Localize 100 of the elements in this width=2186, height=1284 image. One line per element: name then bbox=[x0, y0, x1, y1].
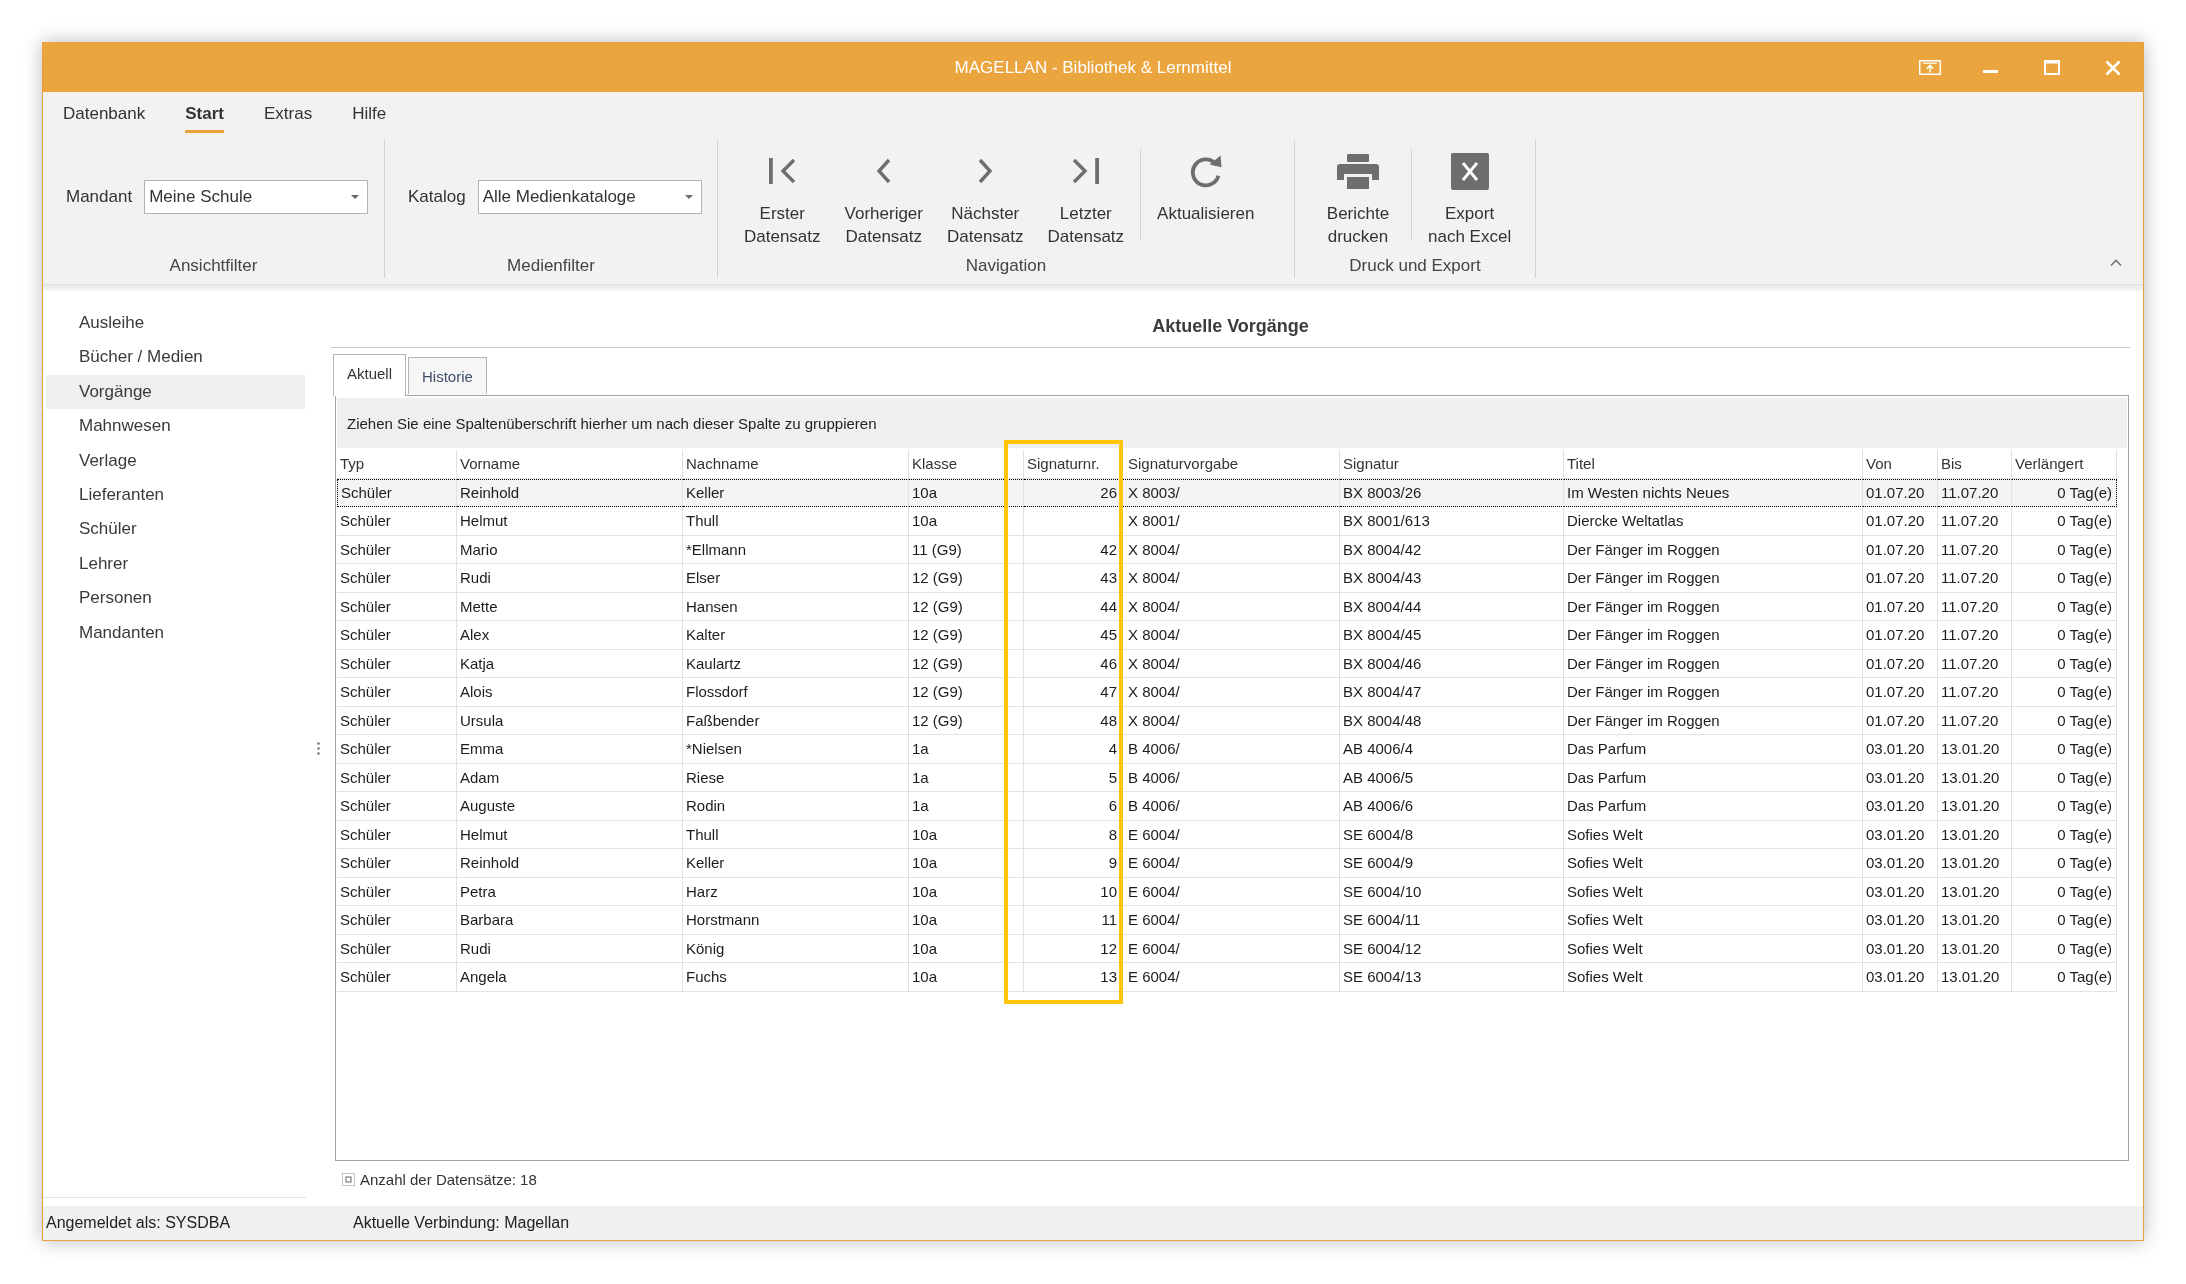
table-row[interactable]: Schüler Rudi König 10a 12 E 6004/ SE 6004/12 Sofies Welt 03.01.20 13.01.20 0 Tag(e) bbox=[337, 934, 2117, 963]
table-cell: 11.07.20 bbox=[1938, 678, 2012, 707]
table-cell: 01.07.20 bbox=[1863, 592, 1938, 621]
column-header[interactable]: Nachname bbox=[686, 455, 759, 473]
group-label: Druck und Export bbox=[1349, 255, 1481, 277]
table-row[interactable]: Schüler Reinhold Keller 10a 9 E 6004/ SE 6004/9 Sofies Welt 03.01.20 13.01.20 0 Tag(e) bbox=[337, 849, 2117, 878]
table-cell: Rudi bbox=[457, 564, 683, 593]
sidebar-item[interactable]: Ausleihe bbox=[46, 306, 305, 341]
sidebar-item[interactable]: Schüler bbox=[46, 512, 305, 547]
table-cell: 03.01.20 bbox=[1863, 735, 1938, 764]
dropdown-arrow-icon[interactable] bbox=[684, 195, 693, 199]
column-header[interactable]: Klasse bbox=[912, 455, 958, 473]
sidebar-item[interactable]: Bücher / Medien bbox=[46, 340, 305, 375]
print-reports-button[interactable]: Berichte drucken bbox=[1309, 140, 1407, 248]
table-cell: 03.01.20 bbox=[1863, 792, 1938, 821]
column-header[interactable]: Verlängert bbox=[2015, 455, 2084, 473]
column-header[interactable]: Bis bbox=[1941, 455, 1962, 473]
table-row[interactable]: Schüler Katja Kaulartz 12 (G9) 46 X 8004/ BX 8004/46 Der Fänger im Roggen 01.07.20 11.07.20 0 Tag(e) bbox=[337, 649, 2117, 678]
table-cell: 13.01.20 bbox=[1938, 934, 2012, 963]
menu-tab[interactable]: Extras bbox=[263, 92, 313, 133]
table-cell: 03.01.20 bbox=[1863, 963, 1938, 992]
table-cell: 10a bbox=[909, 849, 1024, 878]
table-row[interactable]: Schüler Alois Flossdorf 12 (G9) 47 X 8004/ BX 8004/47 Der Fänger im Roggen 01.07.20 11.07.20 0 Tag(e) bbox=[337, 678, 2117, 707]
table-row[interactable]: Schüler Mette Hansen 12 (G9) 44 X 8004/ BX 8004/44 Der Fänger im Roggen 01.07.20 11.07.20 0 Tag(e) bbox=[337, 592, 2117, 621]
table-row[interactable]: Schüler Helmut Thull 10a X 8001/ BX 8001/613 Diercke Weltatlas 01.07.20 11.07.20 0 Tag(e) bbox=[337, 507, 2117, 536]
menu-tab[interactable]: Datenbank bbox=[63, 92, 146, 133]
table-cell: 11.07.20 bbox=[1938, 706, 2012, 735]
table-cell: Alois bbox=[457, 678, 683, 707]
chevron-up-icon[interactable] bbox=[2110, 259, 2122, 267]
column-header[interactable]: Signatur bbox=[1343, 455, 1399, 473]
table-row[interactable]: Schüler Reinhold Keller 10a 26 X 8003/ BX 8003/26 Im Westen nichts Neues 01.07.20 11.07.20 0 Tag(e) bbox=[337, 478, 2117, 507]
table-cell: BX 8004/47 bbox=[1340, 678, 1564, 707]
box-arrow-up-icon[interactable] bbox=[1918, 60, 1941, 75]
table-row[interactable]: Schüler Emma *Nielsen 1a 4 B 4006/ AB 4006/4 Das Parfum 03.01.20 13.01.20 0 Tag(e) bbox=[337, 735, 2117, 764]
table-cell: Hansen bbox=[683, 592, 909, 621]
sidebar-item[interactable]: Mandanten bbox=[46, 615, 305, 650]
export-excel-button[interactable]: Export nach Excel bbox=[1416, 140, 1524, 248]
table-cell: 0 Tag(e) bbox=[2012, 792, 2117, 821]
table-cell: BX 8004/48 bbox=[1340, 706, 1564, 735]
dotted-square-icon[interactable] bbox=[342, 1172, 355, 1186]
grip-dots-icon[interactable] bbox=[317, 742, 320, 755]
table-cell: 03.01.20 bbox=[1863, 820, 1938, 849]
column-header[interactable]: Titel bbox=[1567, 455, 1595, 473]
table-row[interactable]: Schüler Alex Kalter 12 (G9) 45 X 8004/ BX 8004/45 Der Fänger im Roggen 01.07.20 11.07.20 0 Tag(e) bbox=[337, 621, 2117, 650]
table-row[interactable]: Schüler Petra Harz 10a 10 E 6004/ SE 6004/10 Sofies Welt 03.01.20 13.01.20 0 Tag(e) bbox=[337, 877, 2117, 906]
refresh-icon bbox=[1188, 154, 1223, 188]
table-cell: 10a bbox=[909, 906, 1024, 935]
sidebar-item[interactable]: Mahnwesen bbox=[46, 409, 305, 444]
table-cell: Fuchs bbox=[683, 963, 909, 992]
close-icon[interactable] bbox=[2104, 59, 2121, 76]
table-cell: E 6004/ bbox=[1122, 877, 1340, 906]
table-row[interactable]: Schüler Adam Riese 1a 5 B 4006/ AB 4006/5 Das Parfum 03.01.20 13.01.20 0 Tag(e) bbox=[337, 763, 2117, 792]
table-cell: Keller bbox=[683, 478, 909, 507]
table-cell: 11 (G9) bbox=[909, 535, 1024, 564]
tab[interactable]: Historie bbox=[408, 357, 487, 394]
table-cell: Schüler bbox=[337, 963, 457, 992]
table-cell: Horstmann bbox=[683, 906, 909, 935]
table-row[interactable]: Schüler Barbara Horstmann 10a 11 E 6004/ SE 6004/11 Sofies Welt 03.01.20 13.01.20 0 Tag(e) bbox=[337, 906, 2117, 935]
dropdown-arrow-icon[interactable] bbox=[351, 195, 360, 199]
chevron-right-icon bbox=[977, 158, 993, 184]
table-row[interactable]: Schüler Ursula Faßbender 12 (G9) 48 X 8004/ BX 8004/48 Der Fänger im Roggen 01.07.20 11.07.20 0 Tag(e) bbox=[337, 706, 2117, 735]
combo-box[interactable]: Alle Medienkataloge bbox=[477, 180, 702, 214]
table-cell: 0 Tag(e) bbox=[2012, 849, 2117, 878]
table-row[interactable]: Schüler Helmut Thull 10a 8 E 6004/ SE 6004/8 Sofies Welt 03.01.20 13.01.20 0 Tag(e) bbox=[337, 820, 2117, 849]
table-cell: 11.07.20 bbox=[1938, 592, 2012, 621]
column-header[interactable]: Signaturnr. bbox=[1027, 455, 1100, 473]
table-cell: 03.01.20 bbox=[1863, 934, 1938, 963]
table-cell: Helmut bbox=[457, 507, 683, 536]
column-header[interactable]: Typ bbox=[340, 455, 365, 473]
table-row[interactable]: Schüler Auguste Rodin 1a 6 B 4006/ AB 4006/6 Das Parfum 03.01.20 13.01.20 0 Tag(e) bbox=[337, 792, 2117, 821]
sidebar-item[interactable]: Lehrer bbox=[46, 546, 305, 582]
tab[interactable]: Aktuell bbox=[333, 354, 407, 396]
table-cell: Sofies Welt bbox=[1564, 877, 1863, 906]
table-cell: BX 8001/613 bbox=[1340, 507, 1564, 536]
sidebar-item[interactable]: Vorgänge bbox=[46, 374, 305, 410]
menu-tab[interactable]: Hilfe bbox=[352, 92, 387, 133]
column-header[interactable]: Von bbox=[1866, 455, 1892, 473]
next-record-button[interactable]: Nächster Datensatz bbox=[935, 140, 1036, 248]
table-cell: Der Fänger im Roggen bbox=[1564, 535, 1863, 564]
last-record-button[interactable]: Letzter Datensatz bbox=[1035, 140, 1137, 248]
sidebar-item[interactable]: Lieferanten bbox=[46, 477, 305, 513]
previous-record-button[interactable]: Vorheriger Datensatz bbox=[832, 140, 935, 248]
sidebar-item[interactable]: Personen bbox=[46, 581, 305, 616]
table-cell: Mario bbox=[457, 535, 683, 564]
sidebar-item[interactable]: Verlage bbox=[46, 443, 305, 478]
column-header[interactable]: Vorname bbox=[460, 455, 521, 473]
refresh-button[interactable]: Aktualisieren bbox=[1145, 140, 1267, 248]
x-tile-icon bbox=[1450, 152, 1489, 190]
first-record-button[interactable]: Erster Datensatz bbox=[732, 140, 833, 248]
table-cell: 03.01.20 bbox=[1863, 906, 1938, 935]
column-header[interactable]: Signaturvorgabe bbox=[1128, 455, 1239, 473]
table-row[interactable]: Schüler Rudi Elser 12 (G9) 43 X 8004/ BX 8004/43 Der Fänger im Roggen 01.07.20 11.07.20 0 Tag(e) bbox=[337, 564, 2117, 593]
maximize-icon[interactable] bbox=[2043, 60, 2060, 75]
table-cell: 12 (G9) bbox=[909, 706, 1024, 735]
table-row[interactable]: Schüler Mario *Ellmann 11 (G9) 42 X 8004/ BX 8004/42 Der Fänger im Roggen 01.07.20 11.07.20 0 Tag(e) bbox=[337, 535, 2117, 564]
table-row[interactable]: Schüler Angela Fuchs 10a 13 E 6004/ SE 6004/13 Sofies Welt 03.01.20 13.01.20 0 Tag(e) bbox=[337, 963, 2117, 992]
table-cell: 13.01.20 bbox=[1938, 792, 2012, 821]
table-cell: 1a bbox=[909, 792, 1024, 821]
combo-box[interactable]: Meine Schule bbox=[144, 180, 369, 214]
table-cell: 47 bbox=[1024, 678, 1122, 707]
